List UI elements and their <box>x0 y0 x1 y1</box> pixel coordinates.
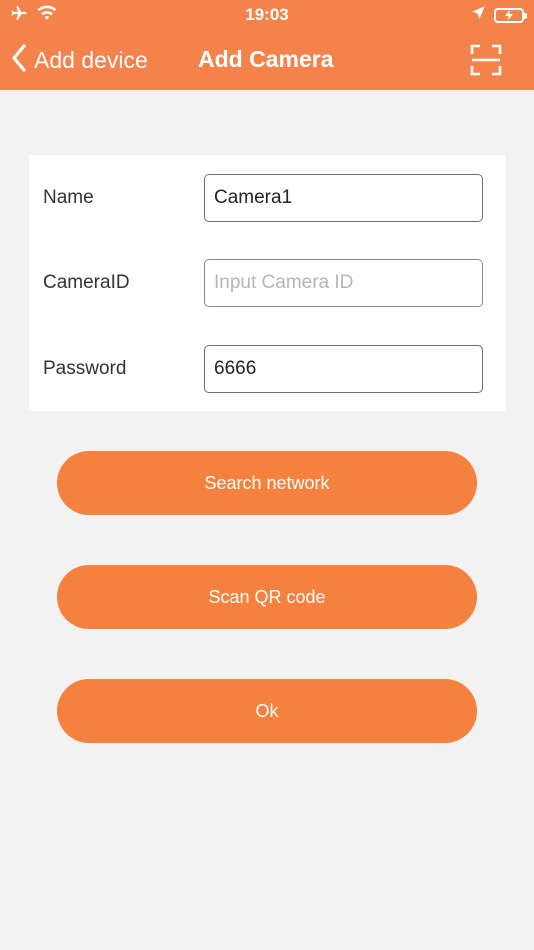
camera-form: Name CameraID Password <box>29 155 506 411</box>
back-button[interactable]: Add device <box>10 43 148 78</box>
ok-button[interactable]: Ok <box>57 679 477 743</box>
camera-id-label: CameraID <box>43 272 130 293</box>
password-row: Password <box>29 345 506 393</box>
location-arrow-icon <box>471 5 486 25</box>
status-right-icons <box>471 5 527 25</box>
scan-button[interactable] <box>470 44 502 76</box>
name-label: Name <box>43 187 94 208</box>
scan-qr-code-button[interactable]: Scan QR code <box>57 565 477 629</box>
camera-id-row: CameraID <box>29 259 506 307</box>
page-title: Add Camera <box>198 46 334 72</box>
name-row: Name <box>29 174 506 222</box>
camera-id-input[interactable] <box>204 259 483 307</box>
back-label: Add device <box>34 46 148 73</box>
name-input[interactable] <box>204 174 483 222</box>
nav-bar: Add device Add Camera <box>0 36 534 84</box>
battery-charging-icon <box>494 7 527 23</box>
status-time: 19:03 <box>245 5 289 24</box>
search-network-button[interactable]: Search network <box>57 451 477 515</box>
scan-frame-icon <box>470 44 502 80</box>
app-header: 19:03 Add device Add Camera <box>0 0 534 90</box>
status-bar: 19:03 <box>0 0 534 30</box>
password-label: Password <box>43 358 127 379</box>
chevron-left-icon <box>10 43 28 78</box>
password-input[interactable] <box>204 345 483 393</box>
